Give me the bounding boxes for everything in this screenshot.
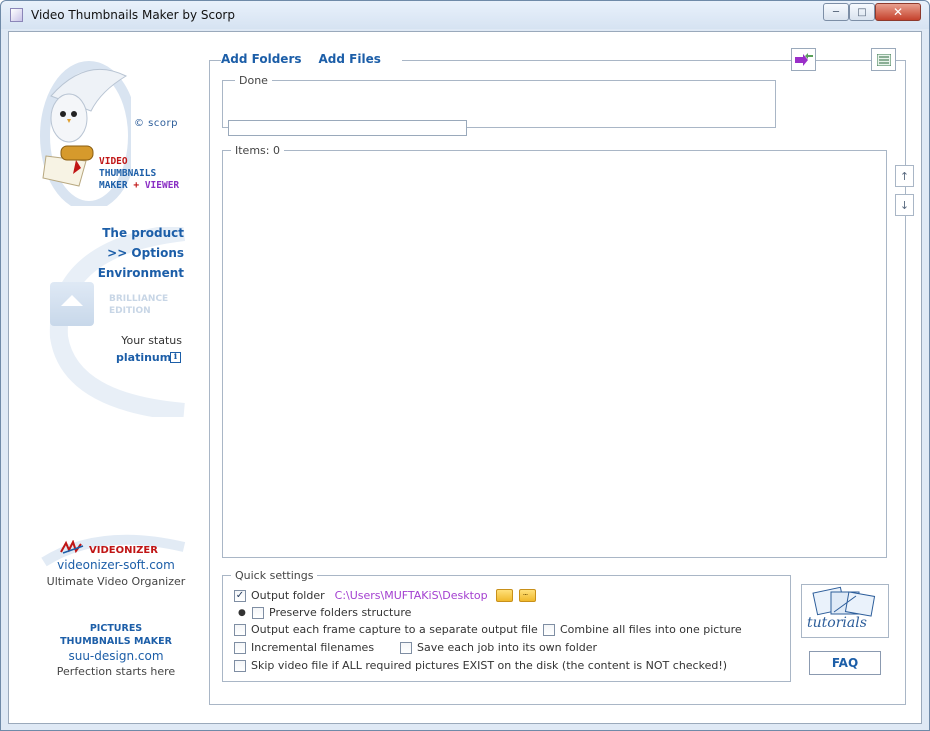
open-folder-icon[interactable] xyxy=(495,589,513,602)
arrow-swap-icon xyxy=(794,52,813,66)
output-folder-row: ✓ Output folder C:\Users\MUFTAKiS\Deskto… xyxy=(234,588,536,602)
logo-plus: + xyxy=(133,180,140,191)
nav-options[interactable]: >> Options xyxy=(4,246,184,260)
client-area: © scorp VIDEO THUMBNAILS MAKER + VIEWER … xyxy=(8,31,922,724)
quick-settings-title: Quick settings xyxy=(231,569,318,582)
move-up-button[interactable]: ↑ xyxy=(895,165,914,187)
maximize-button[interactable]: □ xyxy=(849,3,875,21)
window-title: Video Thumbnails Maker by Scorp xyxy=(31,8,235,22)
output-folder-checkbox[interactable]: ✓ xyxy=(234,589,246,602)
combine-all-checkbox[interactable] xyxy=(543,623,555,636)
copyright-label: © scorp xyxy=(134,118,178,129)
videonizer-tagline: Ultimate Video Organizer xyxy=(46,575,186,588)
list-view-button[interactable] xyxy=(871,48,896,71)
logo-line-maker: MAKER xyxy=(99,180,128,191)
skip-existing-label: Skip video file if ALL required pictures… xyxy=(251,659,728,672)
faq-button[interactable]: FAQ xyxy=(809,651,881,675)
browse-folder-icon[interactable]: ... xyxy=(518,588,536,602)
edition-label: BRILLIANCE EDITION xyxy=(109,293,168,317)
bullet-icon: ● xyxy=(238,608,246,618)
preserve-structure-label: Preserve folders structure xyxy=(269,606,412,619)
items-list[interactable] xyxy=(222,150,887,558)
nav-the-product[interactable]: The product xyxy=(4,226,184,240)
minimize-button[interactable]: ─ xyxy=(823,3,849,21)
incremental-row: Incremental filenames xyxy=(234,641,374,654)
edition-line1: BRILLIANCE xyxy=(109,294,169,304)
app-window: Video Thumbnails Maker by Scorp ─ □ ✕ © … xyxy=(0,0,930,731)
info-icon[interactable]: i xyxy=(170,352,181,363)
status-label: Your status xyxy=(121,334,182,347)
done-label: Done xyxy=(235,74,272,87)
add-links-bar: Add Folders Add Files xyxy=(221,52,402,68)
output-folder-label: Output folder xyxy=(251,589,325,602)
separate-file-label: Output each frame capture to a separate … xyxy=(251,623,538,636)
videonizer-link[interactable]: videonizer-soft.com xyxy=(9,558,223,572)
nav-environment[interactable]: Environment xyxy=(4,266,184,280)
incremental-label: Incremental filenames xyxy=(251,641,375,654)
videonizer-logo-icon xyxy=(60,540,84,554)
separate-file-checkbox[interactable] xyxy=(234,623,246,636)
export-arrow-button[interactable] xyxy=(791,48,816,71)
move-down-button[interactable]: ↓ xyxy=(895,194,914,216)
own-folder-row: Save each job into its own folder xyxy=(400,641,597,654)
combine-all-row: Combine all files into one picture xyxy=(543,623,742,636)
output-folder-path[interactable]: C:\Users\MUFTAKiS\Desktop xyxy=(335,589,488,602)
app-icon xyxy=(10,8,23,22)
product-logo-text: VIDEO THUMBNAILS MAKER + VIEWER xyxy=(99,156,179,192)
logo-line-thumbnails: THUMBNAILS xyxy=(99,168,157,179)
logo-line-video: VIDEO xyxy=(99,156,128,167)
pictures-title-line2: THUMBNAILS MAKER xyxy=(60,636,172,647)
separate-file-row: Output each frame capture to a separate … xyxy=(234,623,538,636)
preserve-structure-checkbox[interactable] xyxy=(252,606,264,619)
pictures-link[interactable]: suu-design.com xyxy=(9,649,223,663)
videonizer-name: VIDEONIZER xyxy=(89,545,158,556)
progress-bar xyxy=(228,120,467,136)
list-icon xyxy=(876,53,891,66)
logo-line-viewer: VIEWER xyxy=(144,180,180,191)
add-folders-link[interactable]: Add Folders xyxy=(221,52,302,66)
preserve-structure-row: Preserve folders structure xyxy=(252,606,411,619)
title-bar[interactable]: Video Thumbnails Maker by Scorp ─ □ ✕ xyxy=(1,1,929,29)
pictures-tagline: Perfection starts here xyxy=(56,665,176,678)
items-count-label: Items: 0 xyxy=(231,144,284,157)
own-folder-checkbox[interactable] xyxy=(400,641,412,654)
status-value: platinum xyxy=(116,351,172,364)
browse-dots: ... xyxy=(522,588,529,597)
edition-line2: EDITION xyxy=(109,306,151,316)
incremental-checkbox[interactable] xyxy=(234,641,246,654)
combine-all-label: Combine all files into one picture xyxy=(560,623,742,636)
skip-existing-checkbox[interactable] xyxy=(234,659,246,672)
add-files-link[interactable]: Add Files xyxy=(319,52,381,66)
skip-existing-row: Skip video file if ALL required pictures… xyxy=(234,659,727,672)
edition-triangle-icon xyxy=(61,295,83,306)
tutorials-label: tutorials xyxy=(807,615,867,631)
close-button[interactable]: ✕ xyxy=(875,3,921,21)
pictures-title-line1: PICTURES xyxy=(89,623,143,634)
own-folder-label: Save each job into its own folder xyxy=(417,641,598,654)
